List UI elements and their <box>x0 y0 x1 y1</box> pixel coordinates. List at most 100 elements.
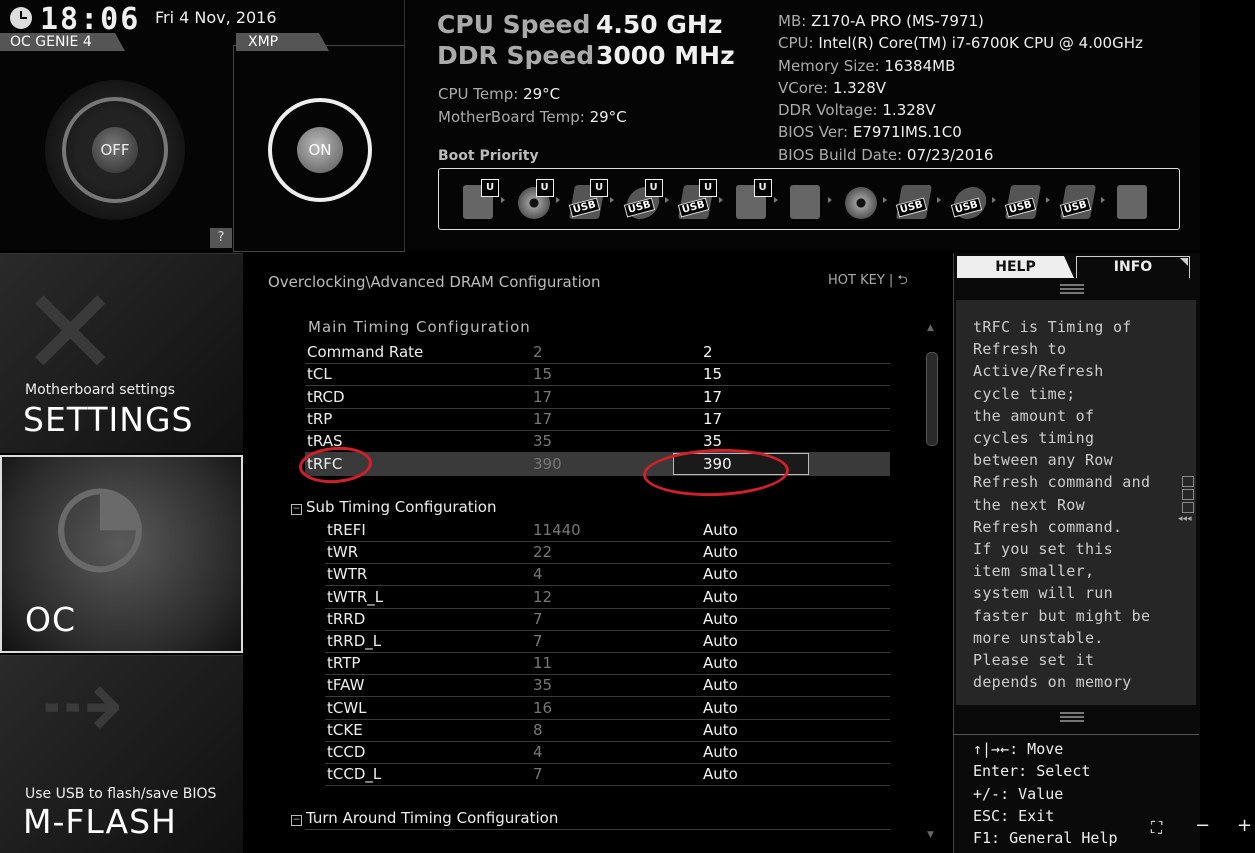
grip-icon[interactable] <box>1060 284 1084 286</box>
tab-help[interactable]: HELP <box>957 256 1074 278</box>
timing-default: 35 <box>533 432 553 451</box>
timing-default: 12 <box>533 587 553 606</box>
boot-order-arrow-icon <box>773 197 778 203</box>
timing-value[interactable]: Auto <box>703 765 738 783</box>
timing-row-twr[interactable]: tWR 22 Auto <box>325 541 890 565</box>
timing-row-trtp[interactable]: tRTP 11 Auto <box>325 652 890 676</box>
hotkey-button[interactable]: HOT KEY | ⮌ <box>828 271 908 293</box>
cpu-speed-value: 4.50 GHz <box>596 10 723 39</box>
usb-floppy-icon[interactable]: USB <box>1059 179 1097 219</box>
nav-mflash[interactable]: ⇢ Use USB to flash/save BIOS M-FLASH <box>0 655 243 853</box>
timing-row-tfaw[interactable]: tFAW 35 Auto <box>325 674 890 698</box>
timing-value[interactable]: 15 <box>703 365 722 383</box>
timing-name: tRCD <box>307 387 345 406</box>
xmp-toggle[interactable]: ON <box>297 127 343 173</box>
help-text: tRFC is Timing of Refresh to Active/Refr… <box>973 318 1151 692</box>
timing-row-tcwl[interactable]: tCWL 16 Auto <box>325 697 890 720</box>
usb-cd-icon[interactable]: USB <box>950 179 989 219</box>
turn-around-header[interactable]: − Turn Around Timing Configuration <box>291 809 558 827</box>
clock-date: Fri 4 Nov, 2016 <box>155 8 277 27</box>
timing-value[interactable]: 35 <box>703 432 722 450</box>
usb-key-uefi-icon[interactable]: U USB <box>677 179 717 219</box>
timing-row-tras[interactable]: tRAS 35 35 <box>305 430 890 454</box>
timing-row-trefi[interactable]: tREFI 11440 Auto <box>325 519 890 542</box>
tab-info[interactable]: INFO <box>1076 256 1190 278</box>
nav-settings[interactable]: ✕ Motherboard settings SETTINGS <box>0 253 243 453</box>
side-button-icon[interactable] <box>1182 502 1194 513</box>
timing-value[interactable]: Auto <box>703 654 738 672</box>
timing-value[interactable]: Auto <box>703 588 738 606</box>
cpu-speed-label: CPU Speed <box>437 10 591 39</box>
optical-icon[interactable] <box>843 179 879 219</box>
nav-oc[interactable]: ◔ OC <box>0 455 243 653</box>
timing-row-tcl[interactable]: tCL 15 15 <box>305 363 890 387</box>
info-tab-corner-icon <box>1180 258 1188 266</box>
uefi-badge: U <box>753 179 772 197</box>
cpu-temp: CPU Temp: 29°C <box>438 85 560 103</box>
timing-value[interactable]: Auto <box>703 743 738 761</box>
timing-default: 4 <box>533 565 543 584</box>
side-button-icon[interactable] <box>1182 489 1194 500</box>
boot-order-arrow-icon <box>719 197 723 203</box>
timing-row-twtr[interactable]: tWTR 4 Auto <box>325 563 890 587</box>
timing-value[interactable]: Auto <box>703 632 738 650</box>
sysinfo-value: 16384MB <box>884 56 956 75</box>
usb-cd-uefi-icon[interactable]: U USB <box>623 179 663 219</box>
side-button-icon[interactable] <box>1182 476 1194 487</box>
fit-screen-icon[interactable]: ⛶ <box>1151 818 1162 838</box>
timing-value[interactable]: Auto <box>703 543 738 561</box>
device-body <box>844 187 877 219</box>
oc-genie-tab[interactable]: OC GENIE 4 <box>0 33 125 51</box>
timing-value[interactable]: Auto <box>703 565 738 583</box>
hdd-icon[interactable] <box>788 179 824 219</box>
help-button[interactable]: ? <box>210 228 232 248</box>
scroll-down-icon[interactable]: ▼ <box>927 830 934 840</box>
timing-row-tccd-l[interactable]: tCCD_L 7 Auto <box>325 763 890 787</box>
timing-name: tWTR <box>327 565 368 584</box>
timing-value[interactable]: Auto <box>703 676 738 694</box>
timing-value[interactable]: Auto <box>703 521 738 539</box>
usb-hdd-icon[interactable]: USB <box>895 179 933 219</box>
timing-row-tcke[interactable]: tCKE 8 Auto <box>325 719 890 742</box>
usb-key-icon[interactable]: USB <box>1004 179 1042 219</box>
timing-value[interactable]: 17 <box>703 410 722 428</box>
network-icon[interactable] <box>1115 179 1151 219</box>
optical-uefi-icon[interactable]: U <box>516 179 554 219</box>
grip-icon[interactable] <box>1060 712 1084 714</box>
timing-default: 7 <box>533 632 543 650</box>
timing-name: tCL <box>307 365 332 384</box>
timing-row-tccd[interactable]: tCCD 4 Auto <box>325 741 890 764</box>
xmp-tab[interactable]: XMP <box>236 33 329 51</box>
collapse-arrows-icon[interactable]: ◂◂◂ <box>1178 514 1192 524</box>
boot-order-arrow-icon <box>610 197 614 203</box>
network-uefi-icon[interactable]: U <box>734 179 772 219</box>
timing-value[interactable]: 17 <box>703 388 722 406</box>
gauge-icon: ◔ <box>52 457 148 585</box>
uefi-badge: U <box>535 179 554 197</box>
timing-row-trcd[interactable]: tRCD 17 17 <box>305 386 890 409</box>
timing-row-trp[interactable]: tRP 17 17 <box>305 408 890 431</box>
timing-name: tRP <box>307 409 333 428</box>
timing-value[interactable]: Auto <box>703 699 738 717</box>
zoom-out-icon[interactable]: − <box>1195 815 1210 836</box>
timing-row-twtr-l[interactable]: tWTR_L 12 Auto <box>325 586 890 609</box>
timing-row-trrd-l[interactable]: tRRD_L 7 Auto <box>325 630 890 653</box>
timing-value[interactable]: 2 <box>703 343 713 361</box>
timing-row-trrd[interactable]: tRRD 7 Auto <box>325 608 890 631</box>
timing-value[interactable]: Auto <box>703 610 738 628</box>
usb-hdd-uefi-icon[interactable]: U USB <box>568 179 608 219</box>
boot-order-arrow-icon <box>1100 197 1105 203</box>
timing-row-trfc[interactable]: tRFC 390 390 <box>305 452 890 476</box>
timing-name: tCCD_L <box>327 765 382 784</box>
scroll-up-icon[interactable]: ▲ <box>927 323 934 333</box>
scrollbar-thumb[interactable] <box>926 352 938 446</box>
oc-genie-toggle[interactable]: OFF <box>92 127 138 173</box>
timing-row-command-rate[interactable]: Command Rate 2 2 <box>305 341 890 364</box>
timing-value[interactable]: Auto <box>703 721 738 739</box>
hdd-uefi-icon[interactable]: U <box>461 179 499 219</box>
sysinfo-label: BIOS Build Date: <box>778 145 903 164</box>
sysinfo-label: CPU: <box>778 34 814 53</box>
zoom-in-icon[interactable]: + <box>1237 815 1252 836</box>
sysinfo-bios-date: BIOS Build Date: 07/23/2016 <box>778 144 1143 166</box>
sub-timing-header[interactable]: − Sub Timing Configuration <box>291 498 497 516</box>
